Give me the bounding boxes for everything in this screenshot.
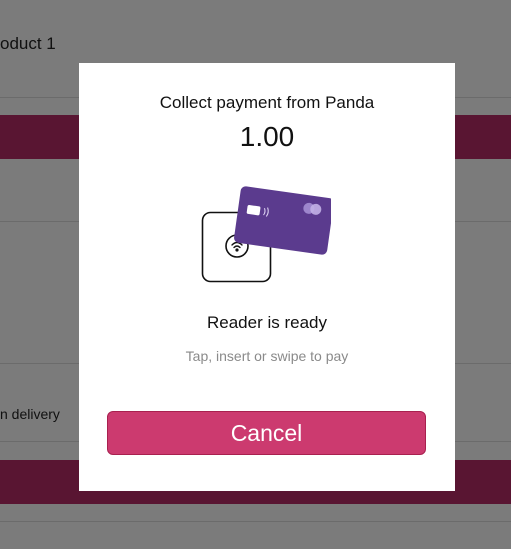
modal-title: Collect payment from Panda [159,93,375,112]
reader-status: Reader is ready [206,313,327,332]
payment-hint: Tap, insert or swipe to pay [185,348,349,364]
payment-modal: Collect payment from Panda 1.00 Reader i… [79,63,455,491]
payment-amount: 1.00 [239,121,295,152]
cancel-button[interactable]: Cancel [107,411,426,455]
reader-illustration [201,183,334,283]
